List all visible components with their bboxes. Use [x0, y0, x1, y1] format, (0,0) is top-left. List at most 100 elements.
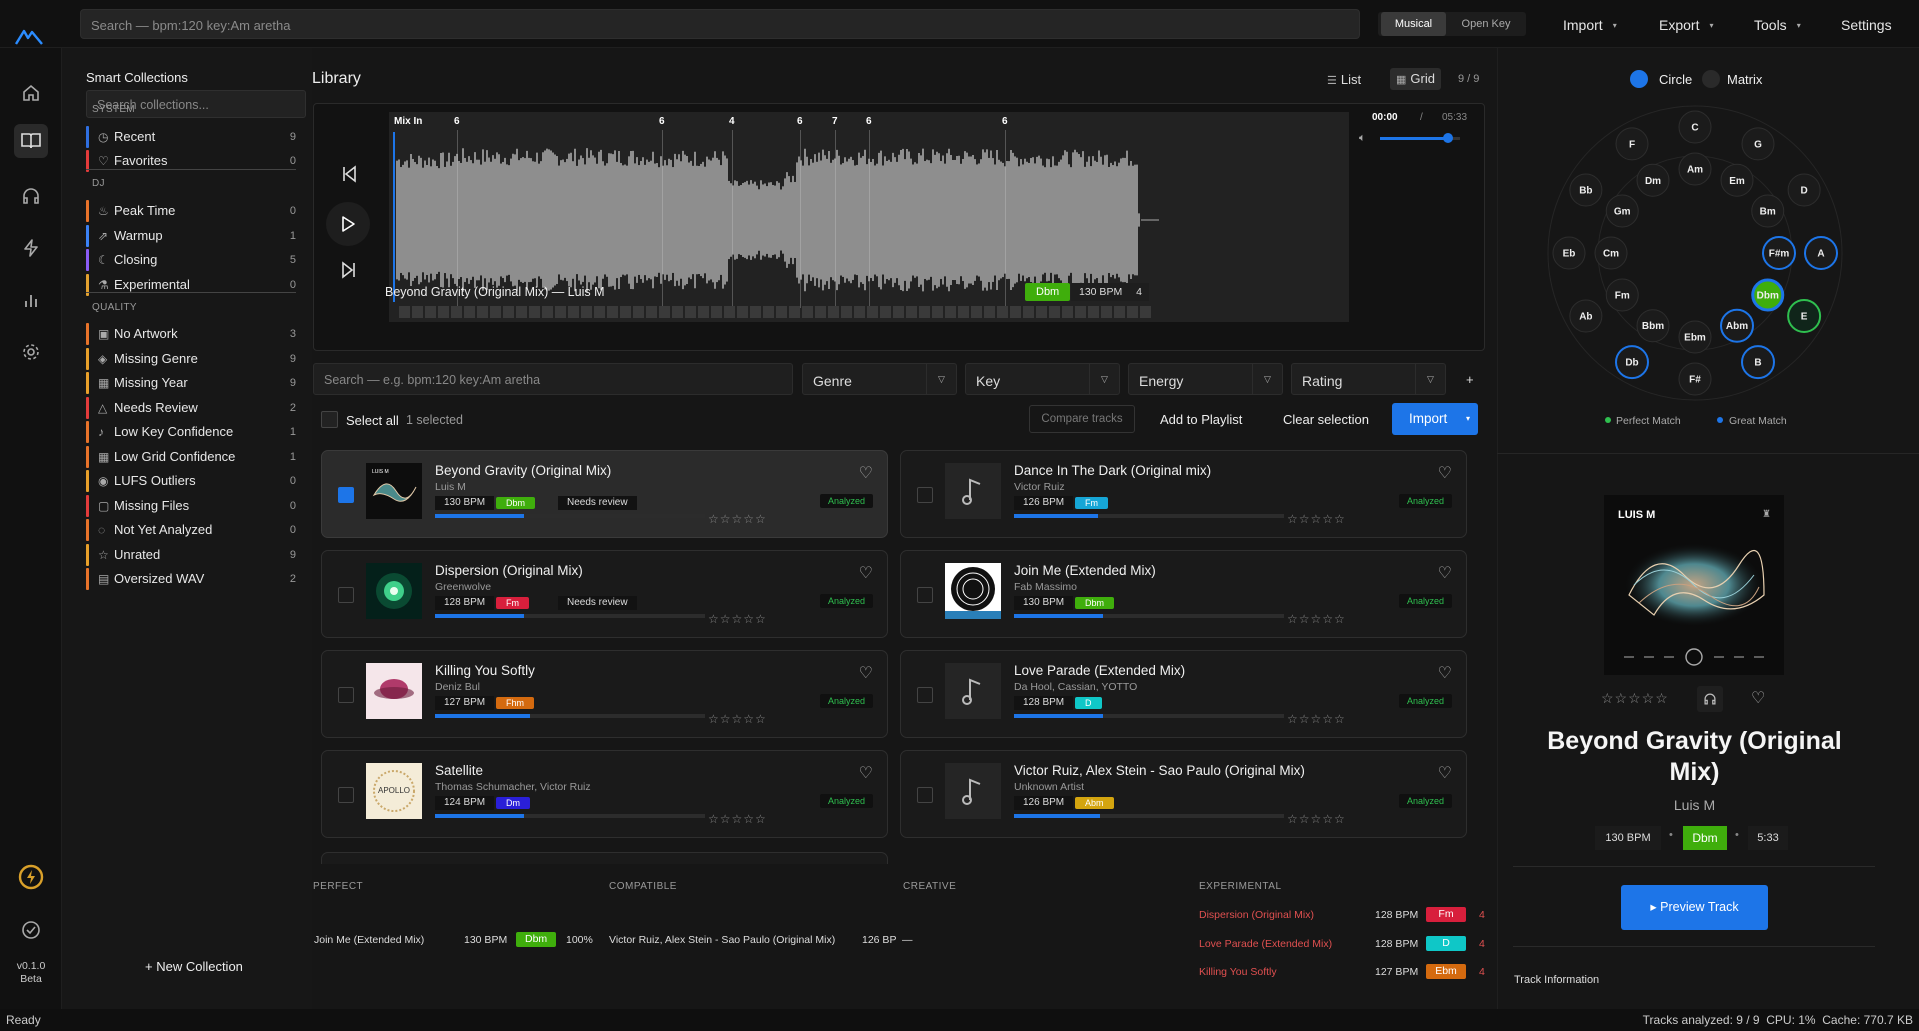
- heart-icon[interactable]: ♡: [1438, 663, 1452, 683]
- rating-filter[interactable]: Rating ▽: [1291, 363, 1446, 395]
- cue-marker-label[interactable]: 6: [454, 116, 460, 127]
- track-card[interactable]: LUIS M Beyond Gravity (Original Mix) Luis …: [321, 450, 888, 538]
- matrix-mode-label[interactable]: Matrix: [1727, 72, 1762, 87]
- heart-icon[interactable]: ♡: [859, 563, 873, 583]
- track-card[interactable]: Dance In The Dark (Original mix) Victor R…: [900, 450, 1467, 538]
- collection-item[interactable]: ▦ Low Grid Confidence 1: [86, 446, 296, 468]
- circle-mode-radio[interactable]: [1630, 70, 1648, 88]
- headphones-icon[interactable]: [14, 179, 48, 213]
- volume-icon[interactable]: 🔈︎: [1359, 132, 1366, 145]
- cue-marker-label[interactable]: 6: [1002, 116, 1008, 127]
- compare-tracks-button[interactable]: Compare tracks: [1029, 405, 1135, 433]
- track-checkbox[interactable]: [338, 687, 354, 703]
- notation-open-key-button[interactable]: Open Key: [1450, 12, 1522, 36]
- collection-item[interactable]: ▤ Oversized WAV 2: [86, 568, 296, 590]
- genre-filter[interactable]: Genre ▽: [802, 363, 957, 395]
- experimental-suggestion-title[interactable]: Killing You Softly: [1199, 966, 1277, 978]
- collection-item[interactable]: ◉ LUFS Outliers 0: [86, 470, 296, 492]
- track-rating-stars[interactable]: ☆☆☆☆☆: [1287, 612, 1346, 626]
- clear-selection-button[interactable]: Clear selection: [1283, 412, 1369, 427]
- track-checkbox[interactable]: [338, 787, 354, 803]
- select-all-checkbox[interactable]: [321, 411, 338, 428]
- collection-item[interactable]: ▢ Missing Files 0: [86, 495, 296, 517]
- collection-item[interactable]: ☆ Unrated 9: [86, 544, 296, 566]
- detail-heart-icon[interactable]: ♡: [1751, 688, 1765, 708]
- cue-marker-label[interactable]: 6: [659, 116, 665, 127]
- track-checkbox[interactable]: [917, 787, 933, 803]
- heart-icon[interactable]: ♡: [859, 663, 873, 683]
- track-card[interactable]: APOLLO Satellite Thomas Schumacher, Victor…: [321, 750, 888, 838]
- detail-rating-stars[interactable]: ☆☆☆☆☆: [1601, 690, 1669, 707]
- tools-menu[interactable]: Tools ▾: [1754, 17, 1801, 33]
- track-checkbox[interactable]: [338, 587, 354, 603]
- cue-marker-label[interactable]: 4: [729, 116, 735, 127]
- collection-item[interactable]: ◈ Missing Genre 9: [86, 348, 296, 370]
- cue-marker-label[interactable]: 6: [797, 116, 803, 127]
- new-collection-button[interactable]: + New Collection: [145, 959, 243, 974]
- detail-headphones-icon[interactable]: [1697, 686, 1723, 712]
- track-rating-stars[interactable]: ☆☆☆☆☆: [1287, 812, 1346, 826]
- heart-icon[interactable]: ♡: [1438, 763, 1452, 783]
- collection-item[interactable]: ▦ Missing Year 9: [86, 372, 296, 394]
- export-menu[interactable]: Export ▾: [1659, 17, 1713, 33]
- track-checkbox[interactable]: [917, 687, 933, 703]
- collection-item[interactable]: ◌ Not Yet Analyzed 0: [86, 519, 296, 541]
- circle-mode-label[interactable]: Circle: [1659, 72, 1692, 87]
- view-grid-button[interactable]: ▦ Grid: [1390, 68, 1441, 90]
- track-rating-stars[interactable]: ☆☆☆☆☆: [708, 612, 767, 626]
- track-checkbox[interactable]: [338, 487, 354, 503]
- collection-item[interactable]: ♨ Peak Time 0: [86, 200, 296, 222]
- key-filter[interactable]: Key ▽: [965, 363, 1120, 395]
- collection-item[interactable]: ☾ Closing 5: [86, 249, 296, 271]
- track-card[interactable]: Killing You Softly Deniz Bul 127 BPM Fhm ☆☆☆…: [321, 650, 888, 738]
- energy-filter[interactable]: Energy ▽: [1128, 363, 1283, 395]
- chart-icon[interactable]: [14, 283, 48, 317]
- volume-slider[interactable]: [1380, 133, 1460, 143]
- library-search-input[interactable]: Search — e.g. bpm:120 key:Am aretha: [313, 363, 793, 395]
- track-checkbox[interactable]: [917, 587, 933, 603]
- collection-item[interactable]: ♪ Low Key Confidence 1: [86, 421, 296, 443]
- cue-marker-label[interactable]: 7: [832, 116, 838, 127]
- check-circle-icon[interactable]: [14, 913, 48, 947]
- preview-track-button[interactable]: ▸ Preview Track: [1621, 885, 1768, 930]
- track-card[interactable]: Join Me (Extended Mix) Fab Massimo 130 BPM…: [900, 550, 1467, 638]
- notation-musical-button[interactable]: Musical: [1381, 12, 1446, 36]
- add-filter-button[interactable]: +: [1466, 372, 1474, 387]
- cue-marker-label[interactable]: 6: [866, 116, 872, 127]
- track-rating-stars[interactable]: ☆☆☆☆☆: [708, 712, 767, 726]
- track-rating-stars[interactable]: ☆☆☆☆☆: [1287, 512, 1346, 526]
- add-to-playlist-button[interactable]: Add to Playlist: [1160, 412, 1242, 427]
- experimental-suggestion-title[interactable]: Dispersion (Original Mix): [1199, 909, 1314, 921]
- collection-item[interactable]: ◷ Recent 9: [86, 126, 296, 148]
- gear-icon[interactable]: [14, 335, 48, 369]
- camelot-wheel[interactable]: C G D A E B F# Db Ab Eb Bb F Am Em Bm F#m Dbm Abm Ebm Bbm Fm…: [1545, 95, 1845, 405]
- perfect-suggestion-title[interactable]: Join Me (Extended Mix): [314, 934, 424, 946]
- playhead[interactable]: [393, 132, 395, 302]
- next-track-icon[interactable]: [339, 260, 359, 283]
- track-card[interactable]: Love Parade (Extended Mix) Da Hool, Cassi…: [900, 650, 1467, 738]
- experimental-suggestion-title[interactable]: Love Parade (Extended Mix): [1199, 938, 1332, 950]
- library-icon[interactable]: [14, 124, 48, 158]
- matrix-mode-radio[interactable]: [1702, 70, 1720, 88]
- home-icon[interactable]: [14, 76, 48, 110]
- collection-item[interactable]: ⇗ Warmup 1: [86, 225, 296, 247]
- select-all-label[interactable]: Select all: [346, 413, 399, 428]
- track-card[interactable]: Dispersion (Original Mix) Greenwolve 128 B…: [321, 550, 888, 638]
- previous-track-icon[interactable]: [339, 164, 359, 187]
- bolt-icon[interactable]: [14, 231, 48, 265]
- heart-icon[interactable]: ♡: [1438, 463, 1452, 483]
- global-search-input[interactable]: Search — bpm:120 key:Am aretha: [80, 9, 1360, 39]
- heart-icon[interactable]: ♡: [1438, 563, 1452, 583]
- view-list-button[interactable]: ☰ List: [1327, 72, 1361, 87]
- collection-item[interactable]: △ Needs Review 2: [86, 397, 296, 419]
- play-button[interactable]: [326, 202, 370, 246]
- settings-menu[interactable]: Settings: [1841, 17, 1892, 33]
- brand-badge-icon[interactable]: [14, 860, 48, 894]
- heart-icon[interactable]: ♡: [859, 463, 873, 483]
- volume-knob[interactable]: [1443, 133, 1453, 143]
- heart-icon[interactable]: ♡: [859, 763, 873, 783]
- track-checkbox[interactable]: [917, 487, 933, 503]
- track-rating-stars[interactable]: ☆☆☆☆☆: [708, 812, 767, 826]
- import-menu[interactable]: Import ▾: [1563, 17, 1617, 33]
- import-button[interactable]: Import ▾: [1392, 403, 1478, 435]
